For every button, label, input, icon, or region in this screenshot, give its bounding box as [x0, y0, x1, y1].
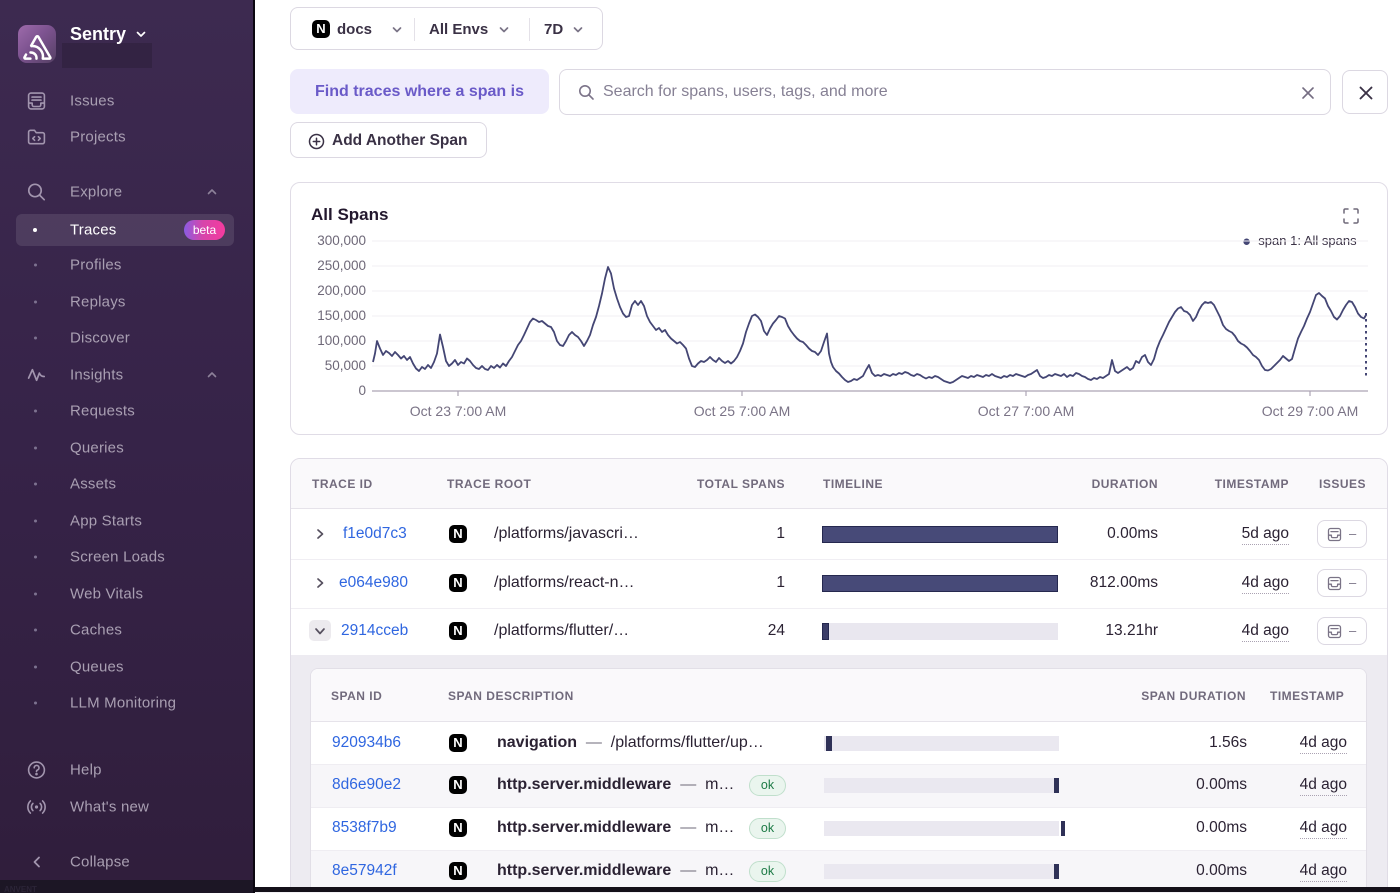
svg-text:Oct 29 7:00 AM: Oct 29 7:00 AM	[1262, 403, 1359, 419]
svg-text:300,000: 300,000	[317, 233, 366, 248]
svg-text:100,000: 100,000	[317, 333, 366, 348]
svg-text:250,000: 250,000	[317, 258, 366, 273]
svg-text:50,000: 50,000	[325, 358, 366, 373]
svg-text:200,000: 200,000	[317, 283, 366, 298]
svg-text:Oct 23 7:00 AM: Oct 23 7:00 AM	[410, 403, 507, 419]
svg-text:150,000: 150,000	[317, 308, 366, 323]
svg-text:0: 0	[358, 383, 366, 398]
svg-text:Oct 25 7:00 AM: Oct 25 7:00 AM	[694, 403, 791, 419]
svg-text:Oct 27 7:00 AM: Oct 27 7:00 AM	[978, 403, 1075, 419]
